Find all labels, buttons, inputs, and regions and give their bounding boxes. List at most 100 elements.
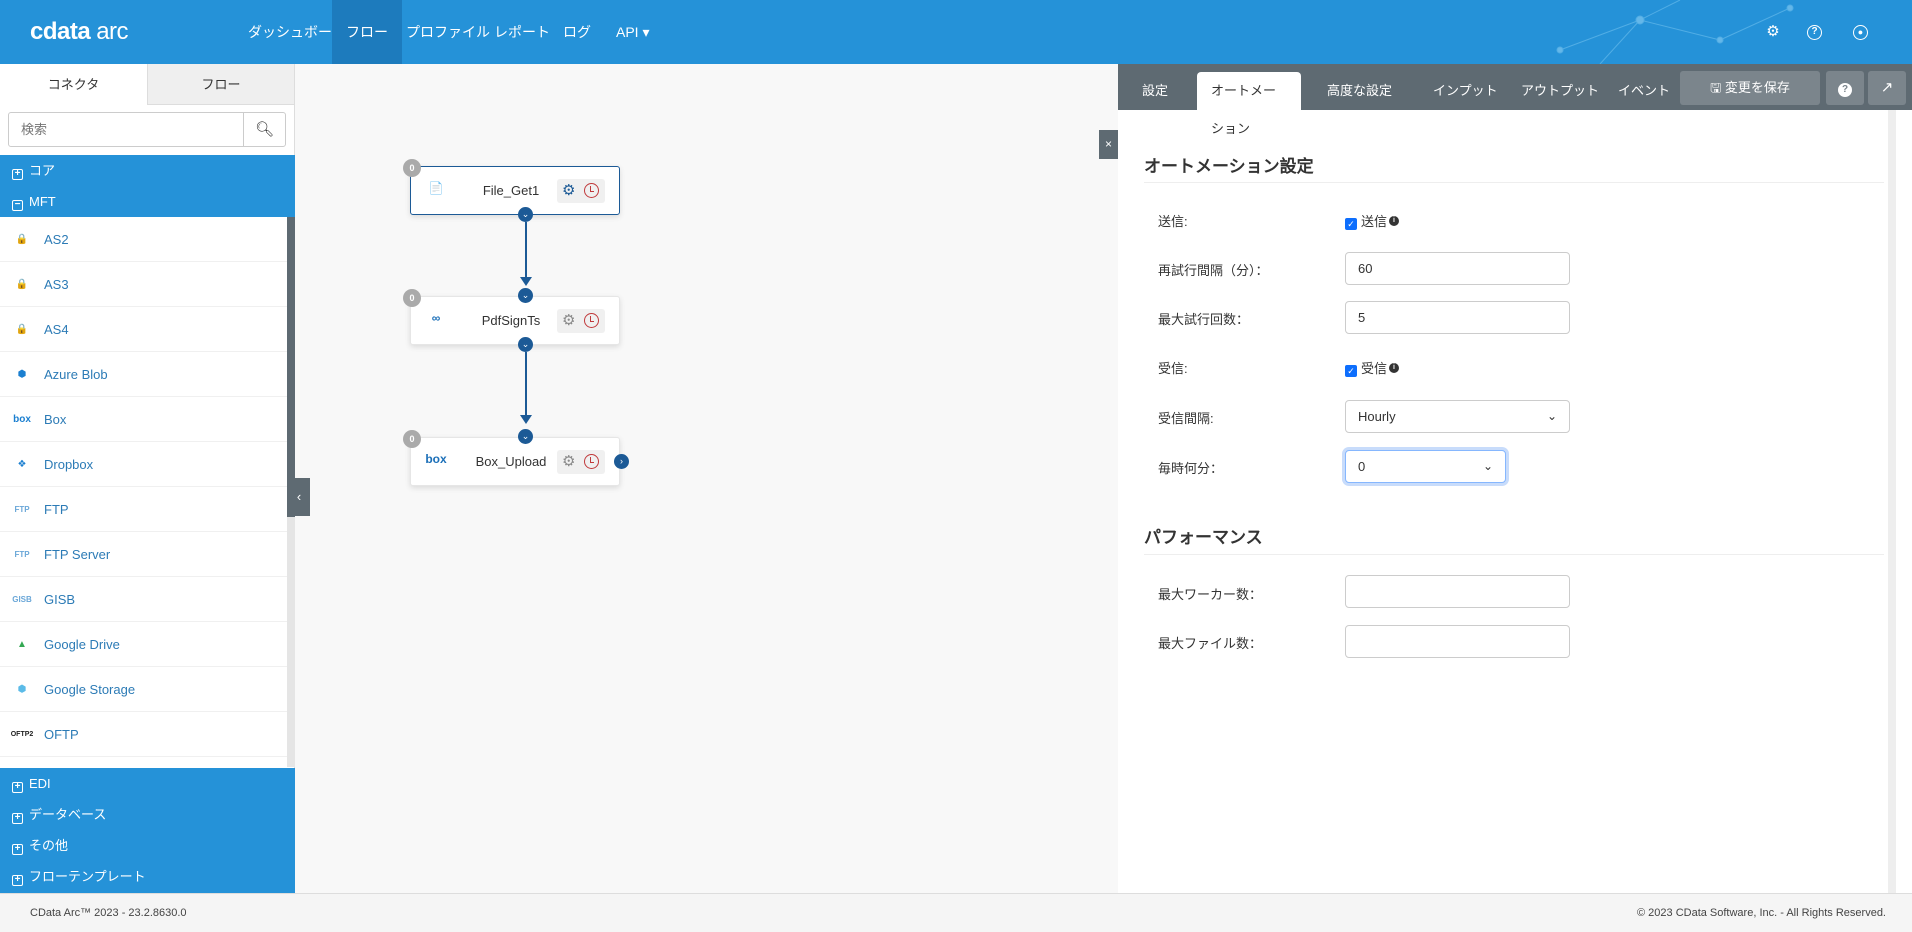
output-port-icon[interactable]: ⌄ xyxy=(518,207,533,222)
checkbox-checked-icon[interactable]: ✓ xyxy=(1345,365,1357,377)
max-files-input[interactable] xyxy=(1345,625,1570,658)
close-panel-button[interactable]: × xyxy=(1099,130,1118,159)
ftp-server-icon: FTP xyxy=(14,550,30,559)
user-account-icon[interactable]: ● xyxy=(1853,25,1868,40)
node-count-badge: 0 xyxy=(403,289,421,307)
top-header: cdata arc ダッシュボード フロー プロファイル レポート ログ API … xyxy=(0,0,1912,64)
flow-node-pdfsignts[interactable]: ∞ PdfSignTs ⚙ 0 ⌄ ⌄ xyxy=(403,288,620,352)
tab-events[interactable]: イベント xyxy=(1604,72,1684,110)
azure-blob-icon: ⬢ xyxy=(17,369,27,380)
flow-node-file_get1[interactable]: 📄 File_Get1 ⚙ 0 ⌄ xyxy=(403,159,620,222)
connector-item-azure-blob[interactable]: ⬢ Azure Blob xyxy=(0,352,287,397)
output-port-icon[interactable]: ⌄ xyxy=(518,337,533,352)
as3-icon: 🔒 xyxy=(15,279,29,290)
tab-settings[interactable]: 設定 xyxy=(1128,72,1182,110)
category-core[interactable]: + コア xyxy=(0,155,295,186)
settings-gear-icon[interactable]: ⚙ xyxy=(1763,22,1783,42)
minute-select[interactable]: 0 ⌄ xyxy=(1345,450,1506,483)
node-count-badge: 0 xyxy=(403,430,421,448)
open-external-button[interactable]: ↗ xyxy=(1868,71,1906,105)
connector-item-google-storage[interactable]: ⬢ Google Storage xyxy=(0,667,287,712)
max-workers-label: 最大ワーカー数： xyxy=(1158,587,1263,602)
search-button[interactable]: 🔍︎ xyxy=(243,113,285,146)
connector-item-as4[interactable]: 🔒 AS4 xyxy=(0,307,287,352)
help-button[interactable]: ? xyxy=(1826,71,1864,105)
search-icon: 🔍︎ xyxy=(254,121,275,138)
search-input[interactable] xyxy=(9,113,244,146)
save-changes-button[interactable]: 🖫 変更を保存 xyxy=(1680,71,1820,105)
connector-item-label: Azure Blob xyxy=(44,367,108,382)
footer: CData Arc™ 2023 - 23.2.8630.0 © 2023 CDa… xyxy=(0,893,1912,932)
send-label: 送信: xyxy=(1158,214,1188,229)
tab-output[interactable]: アウトプット xyxy=(1507,72,1613,110)
oftp-icon: OFTP2 xyxy=(10,731,34,738)
dropbox-icon: ❖ xyxy=(17,459,27,470)
category-flow-templates[interactable]: + フローテンプレート xyxy=(0,861,295,893)
connector-item-ftp-server[interactable]: FTP FTP Server xyxy=(0,532,287,577)
clock-icon[interactable] xyxy=(584,313,599,328)
connector-item-box[interactable]: box Box xyxy=(0,397,287,442)
checkbox-checked-icon[interactable]: ✓ xyxy=(1345,218,1357,230)
flow-node-box_upload[interactable]: box Box_Upload ⚙ 0 ⌄ › xyxy=(403,429,629,486)
connector-item-as2[interactable]: 🔒 AS2 xyxy=(0,217,287,262)
connector-search: 🔍︎ xyxy=(8,112,286,147)
output-port-icon[interactable]: › xyxy=(614,454,629,469)
gear-icon[interactable]: ⚙ xyxy=(562,452,575,470)
expand-icon: + xyxy=(12,875,23,886)
sidebar-scrollbar-thumb[interactable] xyxy=(287,217,295,517)
connector-item-gisb[interactable]: GISB GISB xyxy=(0,577,287,622)
connector-item-label: FTP Server xyxy=(44,547,111,562)
section-performance-title: パフォーマンス xyxy=(1144,528,1263,547)
receive-checkbox[interactable]: ✓ 受信 i xyxy=(1345,358,1400,377)
mft-connector-list: 🔒 AS2 🔒 AS3 🔒 AS4 ⬢ Azure Blob box Box ❖ Dropbox FTP… xyxy=(0,217,287,767)
tab-connectors[interactable]: コネクタ xyxy=(0,64,147,105)
connector-item-google-drive[interactable]: ▲ Google Drive xyxy=(0,622,287,667)
info-icon[interactable]: i xyxy=(1389,363,1400,373)
category-edi[interactable]: + EDI xyxy=(0,768,295,799)
nav-api[interactable]: API ▾ xyxy=(602,0,663,64)
google-storage-icon: ⬢ xyxy=(17,684,27,695)
category-database[interactable]: + データベース xyxy=(0,799,295,830)
copyright-text: © 2023 CData Software, Inc. - All Rights… xyxy=(1637,907,1886,919)
retry-interval-label: 再試行間隔（分）： xyxy=(1158,263,1269,278)
connector-item-ftp[interactable]: FTP FTP xyxy=(0,487,287,532)
panel-tabs: 設定 オートメーション 高度な設定 インプット アウトプット イベント 🖫 変更… xyxy=(1118,64,1912,136)
input-port-icon[interactable]: ⌄ xyxy=(518,288,533,303)
tab-automation[interactable]: オートメーション xyxy=(1197,72,1301,136)
tab-flows[interactable]: フロー xyxy=(147,64,294,105)
flow-connection xyxy=(525,352,527,422)
tab-advanced[interactable]: 高度な設定 xyxy=(1313,72,1406,110)
connector-item-label: FTP xyxy=(44,502,69,517)
max-files-label: 最大ファイル数： xyxy=(1158,636,1263,651)
nav-log[interactable]: ログ xyxy=(549,0,605,64)
panel-scrollbar[interactable] xyxy=(1888,110,1896,893)
close-icon: × xyxy=(1104,137,1112,151)
gear-icon[interactable]: ⚙ xyxy=(562,311,575,329)
help-icon: ? xyxy=(1838,83,1852,97)
as4-icon: 🔒 xyxy=(15,324,29,335)
category-mft[interactable]: − MFT xyxy=(0,186,295,217)
tab-input[interactable]: インプット xyxy=(1419,72,1512,110)
cdata-arc-logo[interactable]: cdata arc xyxy=(30,18,129,46)
node-count-badge: 0 xyxy=(403,159,421,177)
clock-icon[interactable] xyxy=(584,454,599,469)
help-icon[interactable]: ? xyxy=(1807,25,1822,40)
info-icon[interactable]: i xyxy=(1389,216,1400,226)
max-attempts-input[interactable]: 5 xyxy=(1345,301,1570,334)
connector-item-dropbox[interactable]: ❖ Dropbox xyxy=(0,442,287,487)
send-checkbox[interactable]: ✓ 送信 i xyxy=(1345,211,1400,230)
clock-icon[interactable] xyxy=(584,183,599,198)
receive-interval-select[interactable]: Hourly ⌄ xyxy=(1345,400,1570,433)
chevron-left-icon: ‹ xyxy=(296,489,302,504)
gear-icon[interactable]: ⚙ xyxy=(562,181,575,199)
external-link-icon: ↗ xyxy=(1880,79,1894,96)
connector-item-as3[interactable]: 🔒 AS3 xyxy=(0,262,287,307)
connector-item-oftp[interactable]: OFTP2 OFTP xyxy=(0,712,287,757)
category-other[interactable]: + その他 xyxy=(0,830,295,861)
chevron-down-icon: ⌄ xyxy=(1482,459,1493,473)
chevron-down-icon: ⌄ xyxy=(1546,409,1557,423)
input-port-icon[interactable]: ⌄ xyxy=(518,429,533,444)
retry-interval-input[interactable]: 60 xyxy=(1345,252,1570,285)
sidebar-toggle-button[interactable]: ‹ xyxy=(288,478,310,516)
max-workers-input[interactable] xyxy=(1345,575,1570,608)
